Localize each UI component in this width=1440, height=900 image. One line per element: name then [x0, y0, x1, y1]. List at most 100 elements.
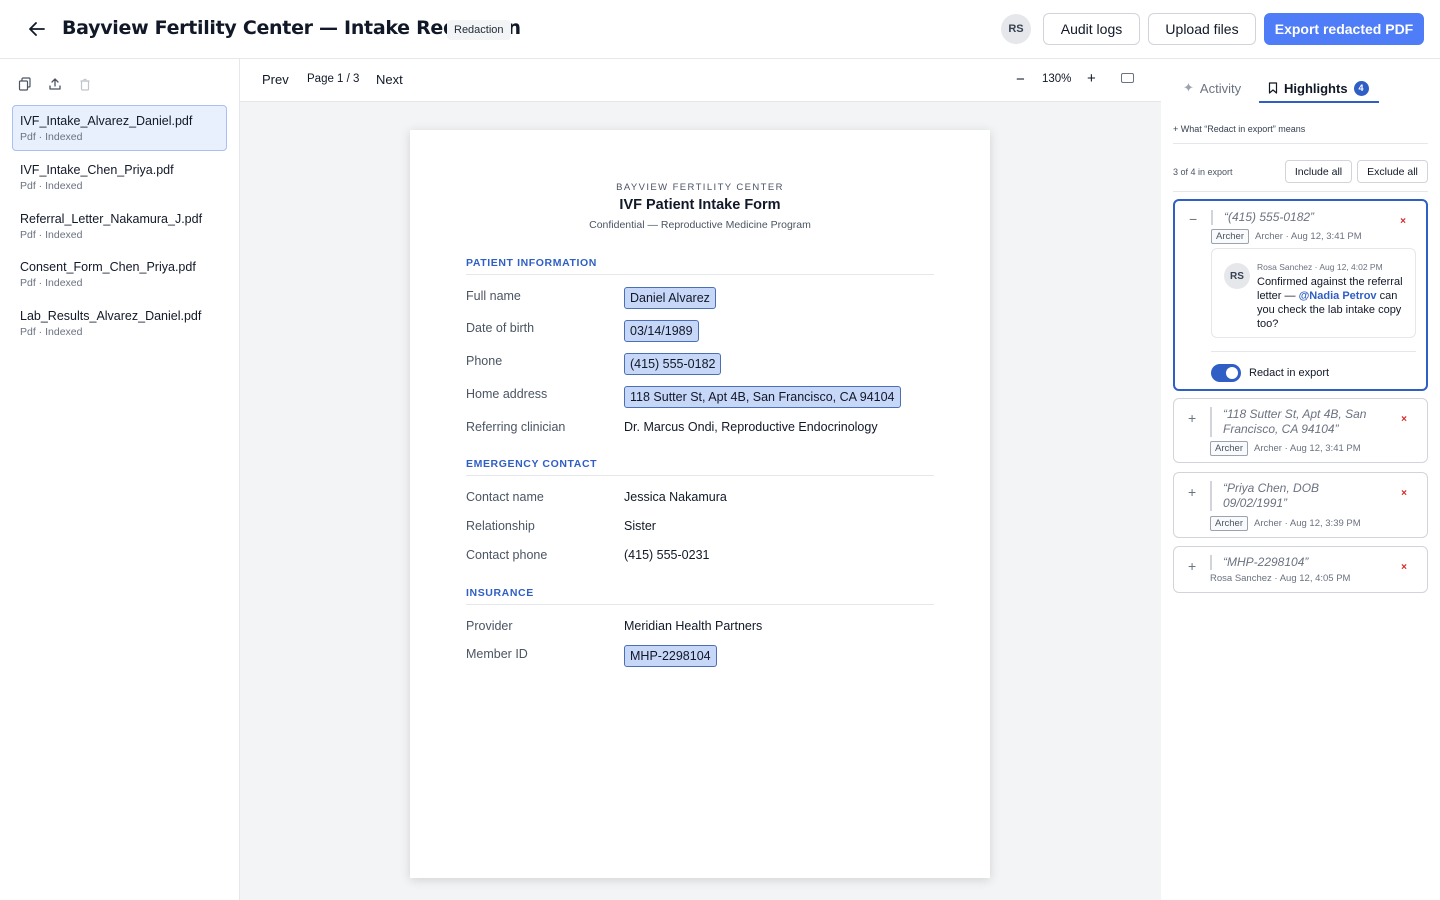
source-tag: Archer — [1210, 516, 1248, 531]
field-label: Home address — [466, 387, 548, 401]
field-label: Contact name — [466, 490, 544, 504]
file-name: Referral_Letter_Nakamura_J.pdf — [20, 212, 203, 226]
next-page-button[interactable]: Next — [376, 72, 403, 87]
highlight-quote: “Priya Chen, DOB 09/02/1991” — [1210, 481, 1380, 511]
redact-in-export-toggle[interactable] — [1211, 364, 1241, 382]
user-avatar[interactable]: RS — [1001, 14, 1031, 44]
section-heading: INSURANCE — [466, 587, 934, 605]
field-label: Referring clinician — [466, 420, 566, 434]
prev-page-button[interactable]: Prev — [262, 72, 289, 87]
file-name: IVF_Intake_Chen_Priya.pdf — [20, 163, 174, 177]
highlight-meta: Archer Archer · Aug 12, 3:41 PM — [1210, 441, 1361, 456]
file-item[interactable]: Lab_Results_Alvarez_Daniel.pdf Pdf · Ind… — [12, 300, 227, 346]
document-viewer: Prev Page 1 / 3 Next − 130% + BAYVIEW FE… — [240, 59, 1161, 900]
highlight-meta: Archer Archer · Aug 12, 3:39 PM — [1210, 516, 1361, 531]
expand-toggle[interactable]: + — [1188, 484, 1196, 500]
field-label: Full name — [466, 289, 521, 303]
file-item[interactable]: IVF_Intake_Alvarez_Daniel.pdf Pdf · Inde… — [12, 105, 227, 151]
trash-icon[interactable] — [77, 76, 93, 92]
export-count: 3 of 4 in export — [1173, 167, 1233, 177]
copy-icon[interactable] — [17, 76, 33, 92]
remove-highlight-button[interactable]: × — [1400, 216, 1406, 227]
highlight-card[interactable]: + × “Priya Chen, DOB 09/02/1991” Archer … — [1173, 472, 1428, 538]
doc-subtitle: Confidential — Reproductive Medicine Pro… — [589, 219, 811, 231]
zoom-in-button[interactable]: + — [1087, 70, 1096, 87]
highlights-count-badge: 4 — [1353, 80, 1369, 96]
field-value-highlighted[interactable]: 03/14/1989 — [624, 320, 699, 342]
comment-meta: Rosa Sanchez · Aug 12, 4:02 PM — [1257, 262, 1383, 272]
field-value: Sister — [624, 519, 656, 533]
file-item[interactable]: Consent_Form_Chen_Priya.pdf Pdf · Indexe… — [12, 251, 227, 297]
remove-highlight-button[interactable]: × — [1401, 562, 1407, 573]
highlight-author-time: Archer · Aug 12, 3:41 PM — [1254, 231, 1362, 242]
file-name: Consent_Form_Chen_Priya.pdf — [20, 260, 196, 274]
field-label: Contact phone — [466, 548, 548, 562]
file-item[interactable]: Referral_Letter_Nakamura_J.pdf Pdf · Ind… — [12, 203, 227, 249]
highlight-quote: “(415) 555-0182” — [1211, 210, 1381, 225]
file-meta: Pdf · Indexed — [20, 180, 83, 192]
file-name: Lab_Results_Alvarez_Daniel.pdf — [20, 309, 202, 323]
zoom-level: 130% — [1042, 73, 1072, 85]
field-label: Date of birth — [466, 321, 535, 335]
file-item[interactable]: IVF_Intake_Chen_Priya.pdf Pdf · Indexed — [12, 154, 227, 200]
tab-highlights[interactable]: Highlights 4 — [1268, 77, 1369, 99]
comment-avatar: RS — [1224, 263, 1250, 289]
collapse-toggle[interactable]: − — [1189, 211, 1197, 227]
doc-org-name: BAYVIEW FERTILITY CENTER — [616, 182, 784, 193]
file-sidebar: IVF_Intake_Alvarez_Daniel.pdf Pdf · Inde… — [0, 59, 240, 900]
highlight-quote: “MHP-2298104” — [1210, 555, 1380, 570]
highlight-meta: Archer Archer · Aug 12, 3:41 PM — [1211, 229, 1362, 244]
file-name: IVF_Intake_Alvarez_Daniel.pdf — [20, 114, 193, 128]
file-meta: Pdf · Indexed — [20, 326, 83, 338]
remove-highlight-button[interactable]: × — [1401, 414, 1407, 425]
toggle-knob — [1226, 367, 1238, 379]
remove-highlight-button[interactable]: × — [1401, 488, 1407, 499]
fit-page-icon[interactable] — [1121, 73, 1134, 83]
source-tag: Archer — [1211, 229, 1249, 244]
bookmark-icon — [1268, 82, 1278, 94]
field-label: Member ID — [466, 647, 528, 661]
highlight-card[interactable]: − × “(415) 555-0182” Archer Archer · Aug… — [1173, 199, 1428, 391]
source-tag: Archer — [1210, 441, 1248, 456]
upload-files-button[interactable]: Upload files — [1148, 13, 1256, 45]
viewer-toolbar: Prev Page 1 / 3 Next − 130% + — [240, 59, 1161, 102]
highlight-quote: “118 Sutter St, Apt 4B, San Francisco, C… — [1210, 407, 1380, 437]
audit-logs-button[interactable]: Audit logs — [1043, 13, 1140, 45]
highlight-card[interactable]: + × “118 Sutter St, Apt 4B, San Francisc… — [1173, 398, 1428, 463]
file-meta: Pdf · Indexed — [20, 229, 83, 241]
highlight-author-time: Rosa Sanchez · Aug 12, 4:05 PM — [1210, 573, 1351, 584]
toggle-label: Redact in export — [1249, 367, 1330, 379]
mode-badge: Redaction — [447, 20, 511, 40]
comment: RS Rosa Sanchez · Aug 12, 4:02 PM Confir… — [1211, 248, 1416, 338]
zoom-out-button[interactable]: − — [1016, 71, 1025, 88]
highlight-author-time: Archer · Aug 12, 3:39 PM — [1253, 518, 1361, 529]
export-redacted-pdf-button[interactable]: Export redacted PDF — [1264, 13, 1424, 45]
expand-toggle[interactable]: + — [1188, 558, 1196, 574]
field-label: Phone — [466, 354, 503, 368]
exclude-all-button[interactable]: Exclude all — [1357, 160, 1428, 183]
field-value-highlighted[interactable]: Daniel Alvarez — [624, 287, 716, 309]
include-all-button[interactable]: Include all — [1285, 160, 1352, 183]
back-button[interactable] — [26, 18, 48, 40]
redact-explainer-link[interactable]: + What “Redact in export” means — [1173, 124, 1305, 134]
highlight-card[interactable]: + × “MHP-2298104” Rosa Sanchez · Aug 12,… — [1173, 546, 1428, 593]
comment-text: Confirmed against the referral letter — … — [1257, 276, 1403, 330]
file-meta: Pdf · Indexed — [20, 277, 83, 289]
tab-label: Activity — [1199, 80, 1242, 96]
arrow-left-icon — [29, 22, 45, 36]
document-page: BAYVIEW FERTILITY CENTER IVF Patient Int… — [410, 130, 990, 878]
field-value-highlighted[interactable]: (415) 555-0182 — [624, 353, 722, 375]
field-value: Dr. Marcus Ondi, Reproductive Endocrinol… — [624, 420, 878, 434]
field-value-highlighted[interactable]: MHP-2298104 — [624, 645, 717, 667]
expand-toggle[interactable]: + — [1188, 410, 1196, 426]
user-mention[interactable]: @Nadia Petrov — [1299, 290, 1377, 302]
file-meta: Pdf · Indexed — [20, 131, 83, 143]
upload-icon[interactable] — [47, 76, 63, 92]
divider — [1211, 351, 1416, 352]
page-indicator: Page 1 / 3 — [307, 73, 360, 85]
active-tab-indicator — [1259, 101, 1379, 103]
field-value-highlighted[interactable]: 118 Sutter St, Apt 4B, San Francisco, CA… — [624, 386, 901, 408]
app-header: Bayview Fertility Center — Intake Redact… — [0, 0, 1440, 59]
field-value: Meridian Health Partners — [624, 619, 763, 633]
tab-activity[interactable]: ✦ Activity — [1183, 77, 1241, 99]
